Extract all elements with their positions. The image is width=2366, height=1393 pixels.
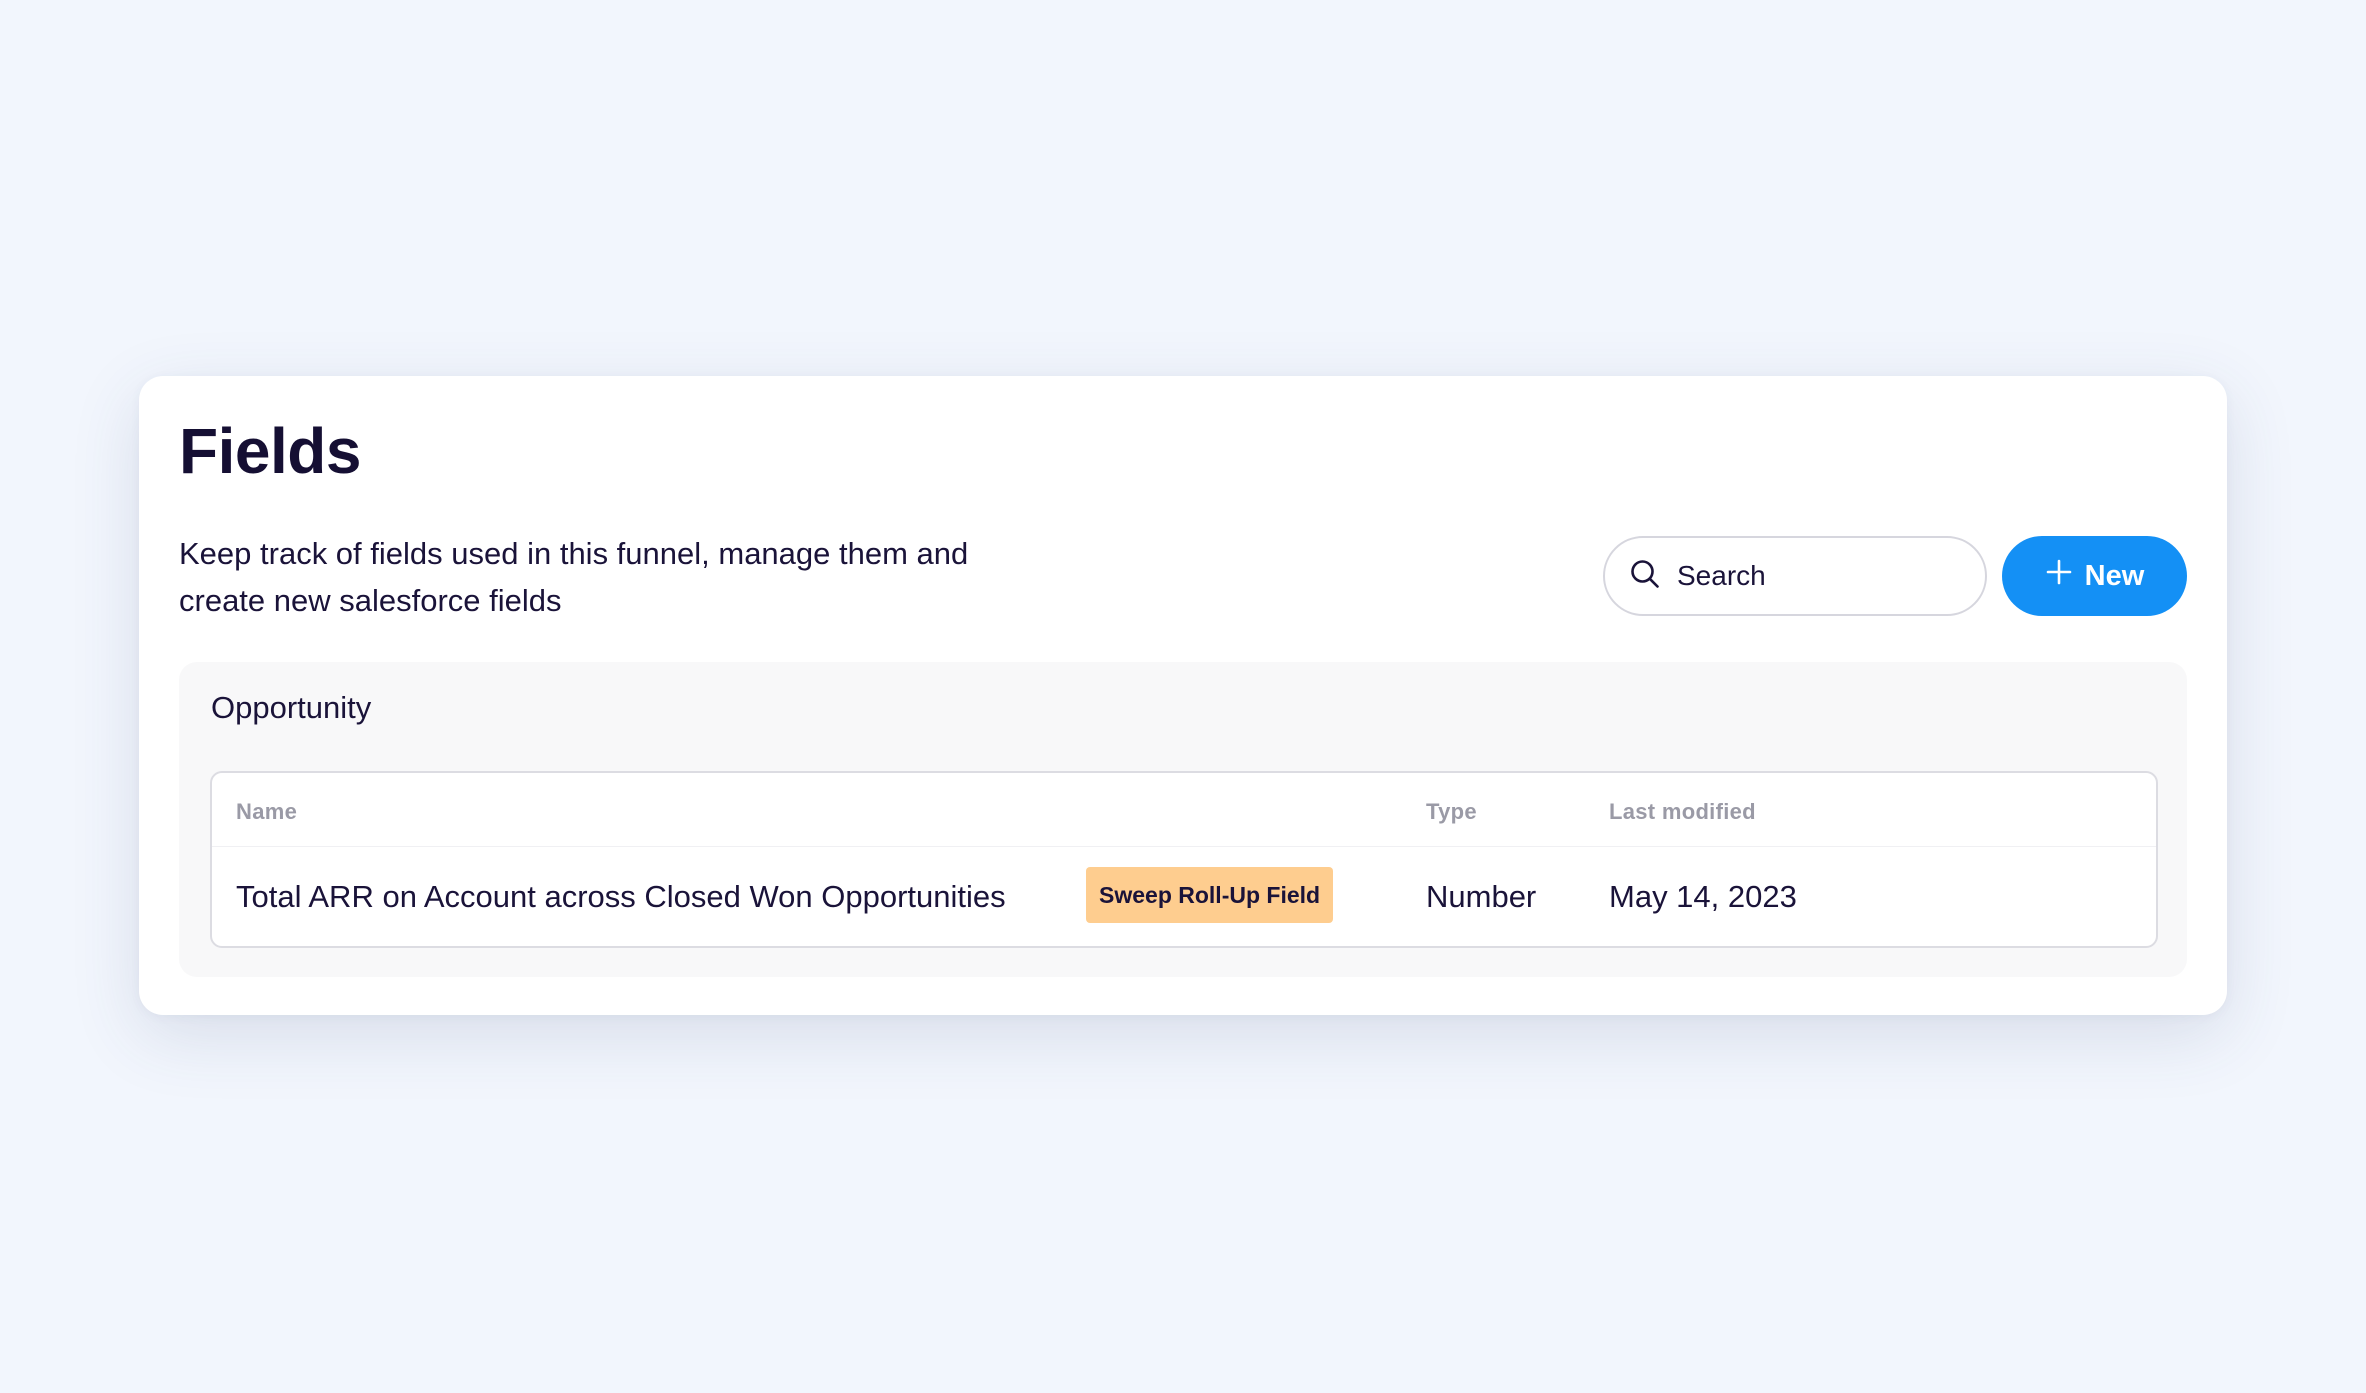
search-icon [1629,558,1661,595]
section-title: Opportunity [211,690,372,725]
page-description: Keep track of fields used in this funnel… [179,530,1079,624]
new-button-label: New [2084,559,2145,592]
search-box[interactable] [1603,536,1987,616]
column-header-name[interactable]: Name [236,799,297,825]
new-field-button[interactable]: New [2002,536,2187,616]
field-badge: Sweep Roll-Up Field [1086,867,1334,923]
column-header-type[interactable]: Type [1426,799,1477,825]
description-line-2: create new salesforce fields [179,583,562,618]
object-section-opportunity: Opportunity Name Type Last modified Tota… [179,662,2187,977]
page-title: Fields [179,415,361,487]
table-header: Name Type Last modified [212,773,2156,847]
column-header-last-modified[interactable]: Last modified [1609,799,1756,825]
field-last-modified: May 14, 2023 [1609,879,1797,914]
table-row[interactable]: Total ARR on Account across Closed Won O… [212,847,2156,946]
search-input[interactable] [1677,560,1937,592]
fields-table: Name Type Last modified Total ARR on Acc… [210,771,2158,948]
field-name[interactable]: Total ARR on Account across Closed Won O… [236,879,1006,915]
fields-card: Fields Keep track of fields used in this… [139,376,2227,1015]
description-line-1: Keep track of fields used in this funnel… [179,536,969,571]
plus-icon [2045,558,2073,594]
field-type: Number [1426,879,1537,914]
